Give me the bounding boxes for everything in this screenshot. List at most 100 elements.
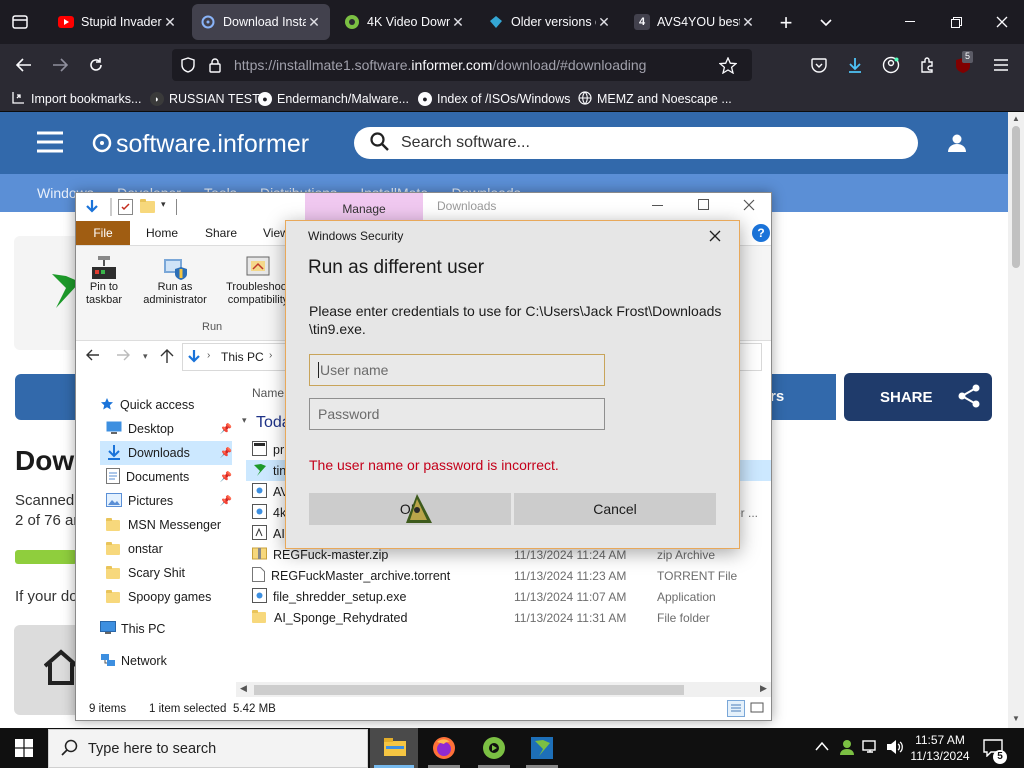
group-collapse-icon[interactable]: ▾: [242, 415, 247, 426]
list-all-tabs-icon[interactable]: [814, 12, 838, 34]
ribbon-tab-file[interactable]: File: [76, 221, 130, 245]
nav-spoopy-games[interactable]: Spoopy games: [106, 586, 211, 608]
lock-icon[interactable]: [205, 55, 225, 75]
up-arrow-icon[interactable]: [160, 348, 176, 366]
close-icon[interactable]: ✕: [596, 14, 612, 31]
file-row[interactable]: AI_Sponge_Rehydrated 11/13/2024 11:31 AM…: [252, 607, 771, 628]
pin-to-taskbar-button[interactable]: Pin to taskbar: [81, 253, 127, 315]
nav-desktop[interactable]: Desktop 📌: [106, 418, 232, 440]
navigation-pane: Quick access Desktop 📌 Downloads 📌 Docum…: [76, 391, 236, 681]
nav-onstar[interactable]: onstar: [106, 538, 163, 560]
scroll-left-arrow-icon[interactable]: ◀: [240, 683, 247, 694]
back-arrow-icon[interactable]: [12, 54, 36, 76]
site-search-box[interactable]: Search software...: [354, 127, 918, 159]
nav-pictures[interactable]: Pictures 📌: [106, 490, 232, 512]
tab-download-installer[interactable]: Download Installer ✕: [192, 4, 330, 40]
bookmark-endermanch[interactable]: ● Endermanch/Malware...: [258, 89, 409, 109]
firefox-view-icon[interactable]: [6, 12, 34, 32]
large-icons-view-icon[interactable]: [749, 700, 767, 717]
nav-msn-messenger[interactable]: MSN Messenger: [106, 514, 221, 536]
site-logo[interactable]: software.informer: [92, 130, 309, 158]
restore-icon[interactable]: [944, 12, 968, 32]
user-tray-icon[interactable]: [838, 738, 856, 759]
scroll-right-arrow-icon[interactable]: ▶: [760, 683, 767, 694]
nav-this-pc[interactable]: This PC: [100, 618, 165, 640]
nav-downloads[interactable]: Downloads 📌: [106, 442, 232, 464]
close-icon[interactable]: ✕: [740, 14, 756, 31]
bookmark-import[interactable]: Import bookmarks...: [12, 89, 141, 109]
downloads-icon[interactable]: [844, 55, 866, 75]
url-text[interactable]: https://installmate1.software.informer.c…: [234, 57, 704, 73]
nav-label: Desktop: [128, 422, 174, 436]
bookmark-russian-test[interactable]: ◗ RUSSIAN TEST: [150, 89, 260, 109]
column-header-name[interactable]: Name: [252, 386, 284, 400]
explorer-forward-icon[interactable]: [116, 349, 132, 365]
bookmark-memz[interactable]: MEMZ and Noescape ...: [578, 89, 732, 109]
tab-stupid-invaders[interactable]: Stupid Invaders | G ✕: [50, 4, 186, 40]
recent-locations-icon[interactable]: ▾: [143, 351, 148, 362]
taskbar-4k-downloader-button[interactable]: [470, 728, 518, 768]
run-as-administrator-button[interactable]: Run as administrator: [134, 253, 216, 315]
horizontal-scrollbar-thumb[interactable]: [254, 685, 684, 695]
tab-avs4you[interactable]: 4 AVS4YOU best so ✕: [626, 4, 764, 40]
taskbar-clock[interactable]: 11:57 AM 11/13/2024: [910, 732, 970, 764]
explorer-back-icon[interactable]: [86, 349, 102, 365]
taskbar-firefox-button[interactable]: [420, 728, 468, 768]
windows-start-icon[interactable]: [15, 739, 33, 757]
extensions-icon[interactable]: [916, 55, 938, 75]
username-field[interactable]: User name: [309, 354, 605, 386]
bookmark-isos[interactable]: ● Index of /ISOs/Windows: [418, 89, 570, 109]
new-folder-icon[interactable]: [140, 199, 163, 213]
file-row[interactable]: file_shredder_setup.exe 11/13/2024 11:07…: [252, 586, 771, 607]
manage-tab[interactable]: Manage: [305, 193, 423, 221]
explorer-maximize-icon[interactable]: [698, 199, 712, 213]
taskbar-search-box[interactable]: Type here to search: [48, 729, 368, 768]
explorer-close-icon[interactable]: [743, 199, 757, 213]
close-icon[interactable]: ✕: [306, 14, 322, 31]
page-scrollbar[interactable]: ▲ ▼: [1008, 112, 1024, 728]
github-icon: ●: [418, 92, 432, 106]
cancel-button[interactable]: Cancel: [514, 493, 716, 525]
taskbar-explorer-button[interactable]: [370, 728, 418, 768]
pocket-icon[interactable]: [808, 55, 830, 75]
file-row[interactable]: REGFuckMaster_archive.torrent 11/13/2024…: [252, 565, 771, 586]
dialog-close-icon[interactable]: [709, 230, 723, 244]
close-icon[interactable]: ✕: [450, 14, 466, 31]
shield-icon[interactable]: [178, 55, 198, 75]
password-field[interactable]: Password: [309, 398, 605, 430]
scroll-down-arrow-icon[interactable]: ▼: [1012, 714, 1020, 723]
details-view-icon[interactable]: [727, 700, 745, 717]
taskbar-installer-button[interactable]: [518, 728, 566, 768]
folder-icon: [106, 541, 120, 555]
nav-documents[interactable]: Documents 📌: [106, 466, 232, 488]
tab-4k-video-downloader[interactable]: 4K Video Downloader ✕: [336, 4, 474, 40]
nav-network[interactable]: Network: [100, 650, 167, 672]
new-tab-icon[interactable]: +: [774, 10, 798, 35]
breadcrumb-this-pc[interactable]: This PC: [221, 350, 264, 364]
menu-hamburger-icon[interactable]: [990, 55, 1012, 75]
close-icon[interactable]: ✕: [162, 14, 178, 31]
ribbon-tab-share[interactable]: Share: [205, 226, 237, 240]
user-icon[interactable]: [946, 132, 968, 154]
help-icon[interactable]: ?: [752, 224, 770, 242]
qat-dropdown-icon[interactable]: ▾: [161, 199, 166, 210]
close-window-icon[interactable]: [990, 12, 1014, 32]
volume-icon[interactable]: [886, 739, 904, 758]
show-hidden-icons-icon[interactable]: [815, 740, 829, 754]
tab-older-versions[interactable]: Older versions of ✕: [480, 4, 620, 40]
reload-icon[interactable]: [84, 54, 108, 76]
minimize-icon[interactable]: [898, 12, 922, 32]
ribbon-tab-home[interactable]: Home: [146, 226, 178, 240]
bookmark-star-icon[interactable]: [718, 55, 738, 75]
scroll-up-arrow-icon[interactable]: ▲: [1012, 114, 1020, 123]
explorer-minimize-icon[interactable]: [652, 199, 666, 213]
nav-quick-access[interactable]: Quick access: [100, 394, 194, 416]
scrollbar-thumb[interactable]: [1012, 126, 1020, 268]
forward-arrow-icon[interactable]: [48, 54, 72, 76]
account-icon[interactable]: [880, 55, 902, 75]
properties-icon[interactable]: [118, 199, 133, 215]
network-tray-icon[interactable]: [862, 739, 880, 758]
nav-scary-shit[interactable]: Scary Shit: [106, 562, 185, 584]
share-button[interactable]: SHARE: [844, 373, 992, 421]
hamburger-menu-icon[interactable]: [37, 131, 63, 155]
